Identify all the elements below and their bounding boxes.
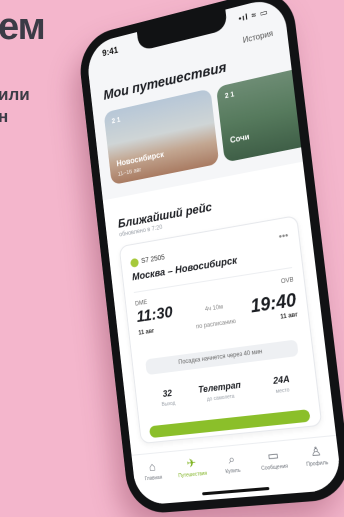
status-time: 9:41 [101,44,119,59]
trip-city: Новосибирск [116,149,165,169]
plane-icon: ✈ [185,455,197,471]
transport-info: Телетрап до самолета [197,379,242,403]
home-icon: ⌂ [148,459,157,474]
trip-travelers-badge: 2 1 [111,116,121,126]
trip-card-novosibirsk[interactable]: 2 1 Новосибирск 11–16 авг [103,88,220,186]
profile-icon: ♙ [309,443,323,460]
arrival-code: OVB [280,277,295,286]
phone-mockup: 9:41 •ıl ≈ ▭ История Мои путешествия 2 1… [76,0,344,515]
trip-date: 11–16 авг [117,167,142,178]
airline-logo-icon [130,257,140,268]
tab-trips[interactable]: ✈ Путешествия [172,454,214,502]
trip-card-sochi[interactable]: 2 1 Сочи [216,67,314,163]
flight-number: S7 2505 [130,253,165,268]
seat-info: 24A место [272,373,291,396]
gate-info: 32 Выход [161,387,176,409]
more-options-icon[interactable]: ••• [278,230,289,242]
app-screen: 9:41 •ıl ≈ ▭ История Мои путешествия 2 1… [85,0,343,506]
flight-card[interactable]: S7 2505 ••• Москва – Новосибирск DME OVB… [118,215,323,445]
status-icons: •ıl ≈ ▭ [238,7,269,24]
departure-code: DME [134,299,148,308]
tab-profile[interactable]: ♙ Профиль [295,442,341,492]
background-title-fragment: ем [0,6,46,48]
boarding-notice: Посадка начнется через 40 мин [145,339,299,376]
history-link[interactable]: История [242,29,273,45]
chat-icon: ▭ [266,447,280,464]
trip-travelers-badge: 2 1 [224,91,235,101]
background-subtitle: или н [0,85,30,126]
tab-home[interactable]: ⌂ Главная [133,458,174,505]
phone-notch [136,9,228,52]
search-icon: ⌕ [227,451,236,467]
trip-city: Сочи [229,132,250,146]
